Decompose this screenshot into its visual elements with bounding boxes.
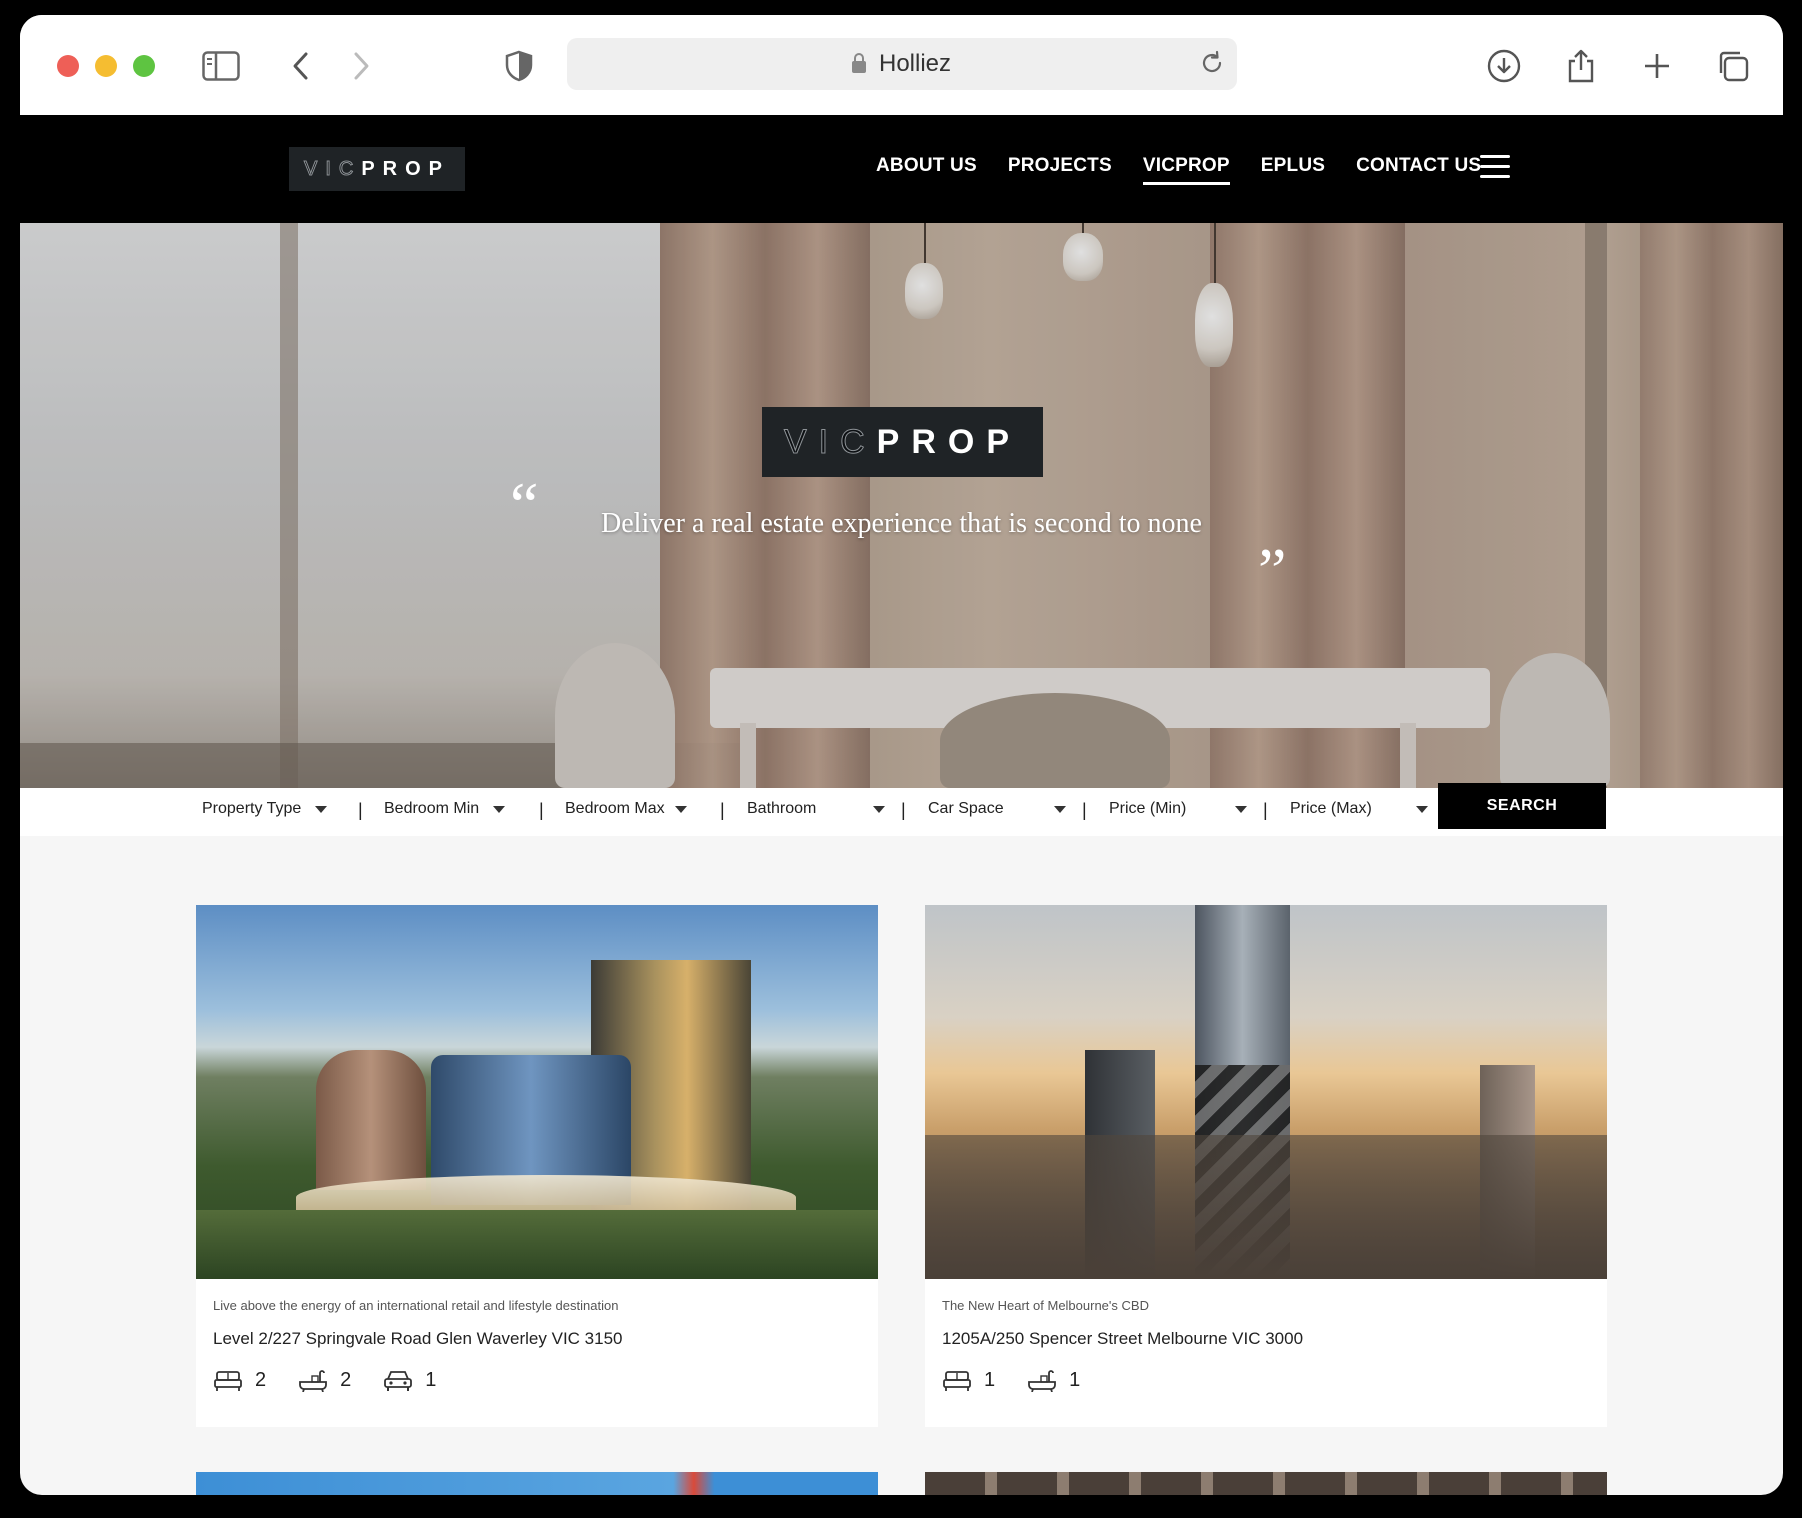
filter-label: Bathroom bbox=[747, 800, 817, 817]
filter-property-type[interactable]: Property Type bbox=[202, 800, 328, 818]
nav-vicprop[interactable]: VICPROP bbox=[1142, 155, 1230, 185]
sidebar-toggle-icon[interactable] bbox=[200, 45, 242, 87]
hero-logo-light-text: VIC bbox=[783, 422, 877, 461]
address-bar[interactable]: Holliez bbox=[567, 38, 1237, 90]
filter-price-min[interactable]: Price (Min) bbox=[1109, 800, 1247, 818]
filter-separator: | bbox=[720, 800, 725, 820]
listing-card-2[interactable]: The New Heart of Melbourne's CBD 1205A/2… bbox=[925, 905, 1607, 1427]
bedroom-feature: 2 bbox=[213, 1369, 266, 1392]
filter-label: Bedroom Max bbox=[565, 800, 665, 817]
listing-card-3-image[interactable] bbox=[196, 1472, 878, 1495]
car-space-count: 1 bbox=[425, 1369, 437, 1391]
listing-address[interactable]: 1205A/250 Spencer Street Melbourne VIC 3… bbox=[942, 1329, 1303, 1349]
listing-description: The New Heart of Melbourne's CBD bbox=[942, 1298, 1149, 1313]
main-nav: ABOUT US PROJECTS VICPROP EPLUS CONTACT … bbox=[876, 155, 1512, 185]
filter-separator: | bbox=[901, 800, 906, 820]
caret-down-icon bbox=[873, 805, 885, 813]
property-filter-bar: Property Type | Bedroom Min | Bedroom Ma… bbox=[20, 783, 1783, 836]
filter-bedroom-max[interactable]: Bedroom Max bbox=[565, 800, 687, 818]
caret-down-icon bbox=[315, 805, 328, 813]
listing-features: 2 2 1 bbox=[213, 1369, 468, 1392]
filter-separator: | bbox=[1082, 800, 1087, 820]
nav-about-us[interactable]: ABOUT US bbox=[876, 155, 977, 185]
close-quote-mark: ” bbox=[1258, 535, 1287, 606]
caret-down-icon bbox=[674, 805, 687, 813]
bath-icon bbox=[1028, 1369, 1057, 1392]
logo-light-text: VIC bbox=[303, 157, 362, 180]
downloads-icon[interactable] bbox=[1483, 45, 1525, 87]
minimize-window-button[interactable] bbox=[95, 55, 117, 77]
filter-bathroom[interactable]: Bathroom bbox=[747, 800, 885, 818]
filter-label: Price (Min) bbox=[1109, 800, 1187, 817]
bedroom-feature: 1 bbox=[942, 1369, 995, 1392]
caret-down-icon bbox=[493, 805, 506, 813]
bed-icon bbox=[214, 1370, 242, 1391]
listing-features: 1 1 bbox=[942, 1369, 1112, 1392]
listing-description: Live above the energy of an internationa… bbox=[213, 1298, 619, 1313]
nav-eplus[interactable]: EPLUS bbox=[1261, 155, 1325, 185]
site-logo[interactable]: VICPROP bbox=[289, 147, 465, 191]
listing-address[interactable]: Level 2/227 Springvale Road Glen Waverle… bbox=[213, 1329, 623, 1349]
caret-down-icon bbox=[1235, 805, 1247, 813]
lock-icon bbox=[851, 52, 867, 79]
filter-label: Car Space bbox=[928, 800, 1004, 817]
filter-label: Bedroom Min bbox=[384, 800, 480, 817]
forward-icon[interactable] bbox=[340, 45, 382, 87]
listing-card-4-image[interactable] bbox=[925, 1472, 1607, 1495]
share-icon[interactable] bbox=[1560, 45, 1602, 87]
browser-toolbar: Holliez bbox=[20, 15, 1783, 116]
listing-image[interactable] bbox=[925, 905, 1607, 1279]
site-header: VICPROP ABOUT US PROJECTS VICPROP EPLUS … bbox=[20, 115, 1783, 223]
filter-label: Price (Max) bbox=[1290, 800, 1372, 817]
filter-price-max[interactable]: Price (Max) bbox=[1290, 800, 1428, 818]
hero-logo-bold-text: PROP bbox=[876, 422, 1022, 461]
new-tab-icon[interactable] bbox=[1636, 45, 1678, 87]
menu-icon[interactable] bbox=[1480, 155, 1510, 179]
car-icon bbox=[384, 1370, 413, 1391]
caret-down-icon bbox=[1054, 805, 1066, 813]
listing-image[interactable] bbox=[196, 905, 878, 1279]
filter-label: Property Type bbox=[202, 800, 302, 817]
hero-tagline: Deliver a real estate experience that is… bbox=[601, 508, 1202, 539]
filter-separator: | bbox=[358, 800, 363, 820]
nav-projects[interactable]: PROJECTS bbox=[1008, 155, 1112, 185]
car-space-feature: 1 bbox=[383, 1369, 436, 1392]
tab-overview-icon[interactable] bbox=[1712, 45, 1754, 87]
filter-separator: | bbox=[539, 800, 544, 820]
filter-car-space[interactable]: Car Space bbox=[928, 800, 1066, 818]
listing-card-1[interactable]: Live above the energy of an internationa… bbox=[196, 905, 878, 1427]
bathroom-feature: 1 bbox=[1027, 1369, 1080, 1392]
bathroom-count: 2 bbox=[340, 1369, 352, 1391]
hero-banner: VICPROP “ Deliver a real estate experien… bbox=[20, 223, 1783, 788]
bathroom-count: 1 bbox=[1069, 1369, 1081, 1391]
filter-separator: | bbox=[1263, 800, 1268, 820]
bed-icon bbox=[943, 1370, 971, 1391]
address-text: Holliez bbox=[879, 50, 952, 77]
back-icon[interactable] bbox=[280, 45, 322, 87]
hero-logo: VICPROP bbox=[762, 407, 1043, 477]
logo-bold-text: PROP bbox=[361, 157, 451, 180]
search-button[interactable]: SEARCH bbox=[1438, 783, 1606, 829]
caret-down-icon bbox=[1416, 805, 1428, 813]
reload-icon[interactable] bbox=[1199, 50, 1225, 81]
privacy-shield-icon[interactable] bbox=[498, 45, 540, 87]
filter-bedroom-min[interactable]: Bedroom Min bbox=[384, 800, 506, 818]
bedroom-count: 1 bbox=[984, 1369, 996, 1391]
zoom-window-button[interactable] bbox=[133, 55, 155, 77]
bathroom-feature: 2 bbox=[298, 1369, 351, 1392]
close-window-button[interactable] bbox=[57, 55, 79, 77]
browser-window: Holliez VICPROP ABOUT US PROJECTS VICPRO… bbox=[20, 15, 1783, 1495]
nav-contact-us[interactable]: CONTACT US bbox=[1356, 155, 1481, 185]
bath-icon bbox=[299, 1369, 328, 1392]
bedroom-count: 2 bbox=[255, 1369, 267, 1391]
